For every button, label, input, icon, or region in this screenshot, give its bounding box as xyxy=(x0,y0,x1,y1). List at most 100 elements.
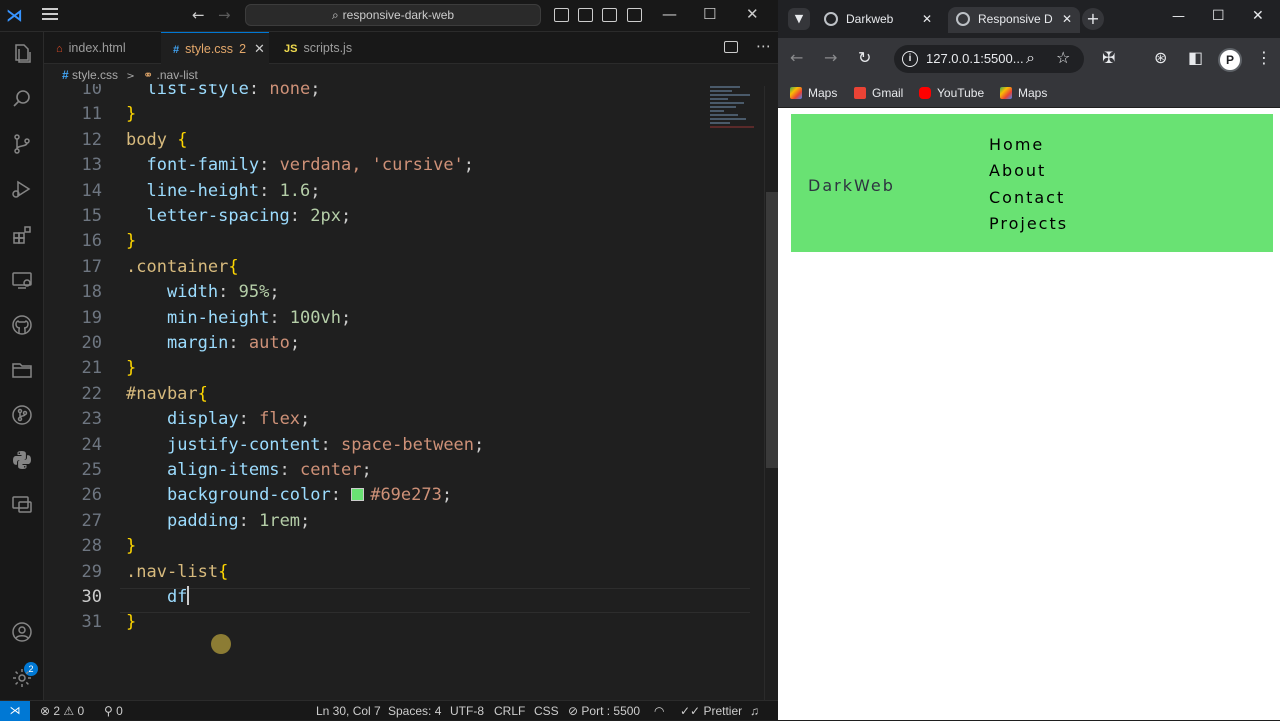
back-arrow-icon[interactable]: ← xyxy=(192,6,205,24)
remote-explorer-icon[interactable] xyxy=(10,268,34,292)
remote-indicator-icon[interactable]: ⋊ xyxy=(0,701,30,721)
nav-link-home[interactable]: Home xyxy=(989,132,1068,158)
customize-layout-icon[interactable] xyxy=(627,8,642,22)
remote-monitor-icon[interactable] xyxy=(10,493,34,517)
code-line: 10 list-style: none; xyxy=(44,84,764,102)
youtube-icon xyxy=(919,87,931,99)
line-number: 22 xyxy=(81,383,102,404)
split-editor-icon[interactable] xyxy=(724,41,738,53)
tab-scripts-js[interactable]: JS scripts.js xyxy=(272,32,382,64)
chrome-menu-icon[interactable]: ⋮ xyxy=(1256,48,1272,67)
run-debug-icon[interactable] xyxy=(10,177,34,201)
code-editor[interactable]: 10 list-style: none; 11} 12 body {13 font-f… xyxy=(44,84,764,700)
vertical-scrollbar[interactable] xyxy=(764,86,778,700)
bookmark-gmail[interactable]: Gmail xyxy=(854,86,903,100)
code-text: } xyxy=(126,104,137,125)
breadcrumb-file[interactable]: style.css xyxy=(72,68,118,82)
notifications-bell-icon[interactable]: ♫ xyxy=(750,701,759,721)
toggle-panel-icon[interactable] xyxy=(578,8,593,22)
maximize-icon[interactable]: ☐ xyxy=(1212,8,1225,24)
explorer-icon[interactable] xyxy=(10,42,34,66)
live-server-status[interactable]: ⊘ Port : 5500 xyxy=(568,701,640,721)
line-number: 14 xyxy=(81,180,102,201)
maximize-icon[interactable]: ☐ xyxy=(703,5,716,23)
side-panel-icon[interactable]: ◧ xyxy=(1188,48,1203,67)
line-number: 12 xyxy=(81,129,102,150)
back-arrow-icon[interactable]: ← xyxy=(790,48,803,67)
close-window-icon[interactable]: ✕ xyxy=(746,5,759,23)
nav-link-contact[interactable]: Contact xyxy=(989,185,1068,211)
tab-search-icon[interactable]: ▼ xyxy=(788,8,810,30)
cursor-position[interactable]: Ln 30, Col 7 xyxy=(316,701,381,721)
command-center[interactable]: ⌕ responsive-dark-web xyxy=(245,4,541,26)
breadcrumb-symbol[interactable]: .nav-list xyxy=(157,68,198,82)
prettier-status[interactable]: ✓✓ Prettier xyxy=(680,701,742,721)
extensions-puzzle-icon[interactable]: ✠ xyxy=(1102,48,1115,67)
zoom-icon[interactable]: ⌕ xyxy=(1026,48,1035,68)
line-ending[interactable]: CRLF xyxy=(494,701,525,721)
github-icon[interactable] xyxy=(10,313,34,337)
more-actions-icon[interactable]: ⋯ xyxy=(756,37,771,55)
encoding[interactable]: UTF-8 xyxy=(450,701,484,721)
code-text: min-height: 100vh; xyxy=(166,307,352,328)
indentation[interactable]: Spaces: 4 xyxy=(388,701,441,721)
code-text: } xyxy=(126,358,137,379)
code-line: 16} xyxy=(44,229,764,254)
toggle-secondary-sidebar-icon[interactable] xyxy=(602,8,617,22)
nav-link-about[interactable]: About xyxy=(989,158,1068,184)
bookmark-youtube[interactable]: YouTube xyxy=(919,86,984,100)
close-tab-icon[interactable]: ✕ xyxy=(254,42,265,57)
tab-index-html[interactable]: ⌂ index.html xyxy=(44,32,164,64)
toggle-sidebar-icon[interactable] xyxy=(554,8,569,22)
site-brand[interactable]: DarkWeb xyxy=(808,176,895,195)
search-icon[interactable] xyxy=(10,87,34,111)
nav-link-projects[interactable]: Projects xyxy=(989,211,1068,237)
browser-tab-darkweb[interactable]: Darkweb ✕ xyxy=(816,7,940,33)
code-line: 24 justify-content: space-between; xyxy=(44,433,764,458)
new-tab-icon[interactable]: + xyxy=(1082,8,1104,30)
color-swatch[interactable] xyxy=(351,488,365,502)
folder-icon[interactable] xyxy=(10,358,34,382)
code-line: 15 letter-spacing: 2px; xyxy=(44,204,764,229)
code-line: 26 background-color: #69e273; xyxy=(44,483,764,508)
errors-status[interactable]: ⊗ 2 ⚠ 0 xyxy=(40,701,84,721)
git-graph-icon[interactable] xyxy=(10,403,34,427)
ports-status[interactable]: ⚲ 0 xyxy=(104,701,123,721)
line-number: 26 xyxy=(81,485,102,506)
code-line: 25 align-items: center; xyxy=(44,458,764,483)
extensions-icon[interactable] xyxy=(10,223,34,247)
browser-tab-responsive[interactable]: Responsive D ✕ xyxy=(948,7,1080,33)
line-number: 19 xyxy=(81,307,102,328)
minimize-icon[interactable]: — xyxy=(662,5,677,23)
bookmark-maps-2[interactable]: Maps xyxy=(1000,86,1047,100)
line-number: 10 xyxy=(81,84,102,99)
profile-avatar[interactable]: P xyxy=(1218,48,1242,72)
code-line: 30 df xyxy=(44,585,764,610)
forward-arrow-icon[interactable]: → xyxy=(824,48,837,67)
site-info-icon[interactable]: i xyxy=(902,51,918,67)
minimap[interactable] xyxy=(708,86,764,146)
status-bar: ⋊ ⊗ 2 ⚠ 0 ⚲ 0 Ln 30, Col 7 Spaces: 4 UTF… xyxy=(0,700,778,721)
settings-gear-icon[interactable] xyxy=(10,666,34,690)
python-icon[interactable] xyxy=(10,448,34,472)
reload-icon[interactable]: ↻ xyxy=(858,48,871,67)
account-icon[interactable] xyxy=(10,620,34,644)
language-mode[interactable]: CSS xyxy=(534,701,559,721)
menu-icon[interactable] xyxy=(42,8,58,22)
code-line: 29 .nav-list{ xyxy=(44,560,764,585)
code-line: 14 line-height: 1.6; xyxy=(44,179,764,204)
close-window-icon[interactable]: ✕ xyxy=(1252,8,1264,24)
forward-arrow-icon[interactable]: → xyxy=(218,6,231,24)
selector-icon: ⚭ xyxy=(143,68,154,82)
line-number: 20 xyxy=(81,333,102,353)
close-tab-icon[interactable]: ✕ xyxy=(922,7,932,31)
scrollbar-thumb[interactable] xyxy=(766,192,778,468)
minimize-icon[interactable]: — xyxy=(1172,9,1185,24)
bookmark-star-icon[interactable]: ☆ xyxy=(1056,48,1070,67)
tab-style-css[interactable]: # style.css 2 ✕ xyxy=(161,32,269,64)
source-control-icon[interactable] xyxy=(10,132,34,156)
close-tab-icon[interactable]: ✕ xyxy=(1062,7,1072,31)
bookmark-maps[interactable]: Maps xyxy=(790,86,837,100)
extension-icon[interactable]: ⊛ xyxy=(1154,48,1167,67)
vscode-logo-icon: ⋊ xyxy=(6,6,23,26)
